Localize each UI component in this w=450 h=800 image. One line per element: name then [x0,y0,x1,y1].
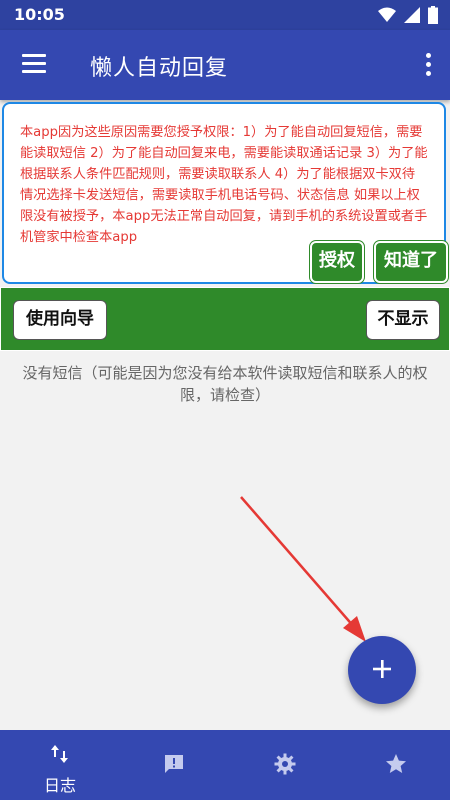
swap-vertical-icon [51,745,68,763]
bottom-navigation: 日志 [0,730,450,800]
nav-log-label: 日志 [43,776,76,795]
nav-settings[interactable] [229,730,341,800]
nav-favorites[interactable] [340,730,450,800]
usage-guide-button[interactable]: 使用向导 [13,300,107,340]
app-title: 懒人自动回复 [90,56,229,81]
status-bar: 10:05 [0,0,450,30]
do-not-show-button[interactable]: 不显示 [366,300,440,340]
plus-icon [373,660,391,678]
authorize-button[interactable]: 授权 [310,241,364,283]
feedback-icon [165,755,183,773]
permission-notice-card: 本app因为这些原因需要您授予权限：1）为了能自动回复短信，需要能读取短信 2）… [2,102,448,284]
wifi-icon [378,7,396,22]
status-time: 10:05 [14,5,65,24]
empty-sms-message: 没有短信（可能是因为您没有给本软件读取短信和联系人的权限，请检查） [22,364,428,404]
nav-log[interactable]: 日志 [4,730,116,800]
app-bar: 懒人自动回复 [0,30,450,100]
signal-icon [404,7,420,23]
guide-bar: 使用向导 不显示 [0,287,450,351]
got-it-button[interactable]: 知道了 [374,241,448,283]
more-options-icon[interactable] [420,52,436,78]
permission-message: 本app因为这些原因需要您授予权限：1）为了能自动回复短信，需要能读取短信 2）… [20,125,428,245]
menu-icon[interactable] [20,52,48,76]
add-fab-button[interactable] [348,636,416,704]
star-icon [386,754,406,773]
nav-feedback[interactable] [118,730,230,800]
status-icons [378,6,438,24]
gear-icon [274,753,296,775]
battery-icon [428,6,438,24]
